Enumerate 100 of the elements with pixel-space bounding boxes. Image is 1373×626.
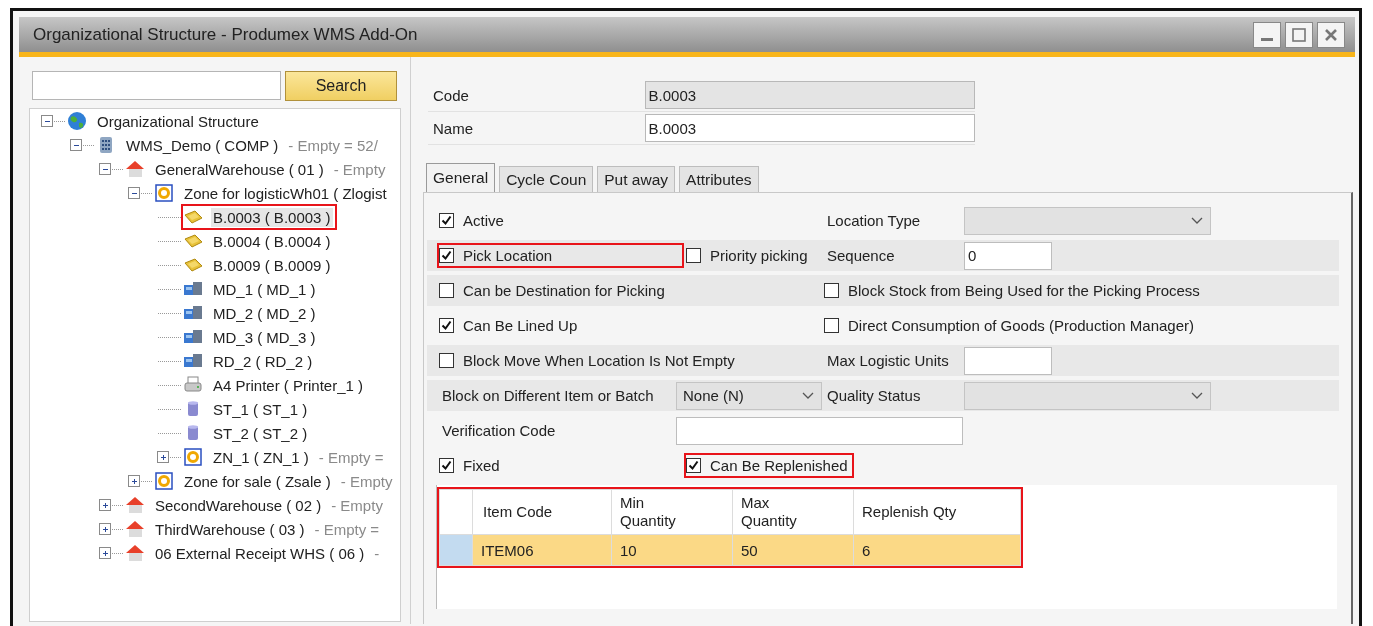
tree-item[interactable]: SecondWarehouse ( 02 ): [153, 495, 324, 515]
checkbox-label: Block Stock from Being Used for the Picking Process: [848, 282, 1200, 299]
tree-item-note: - Empty =: [318, 448, 384, 466]
tree-item[interactable]: WMS_Demo ( COMP ): [124, 135, 281, 155]
tree-item[interactable]: Organizational Structure: [95, 111, 261, 131]
checkbox[interactable]: [439, 353, 454, 368]
house-icon: [125, 519, 145, 539]
checkbox[interactable]: [824, 283, 839, 298]
tab[interactable]: Put away: [597, 166, 676, 192]
dropdown[interactable]: None (N): [676, 381, 822, 410]
checkbox-label: Block Move When Location Is Not Empty: [463, 352, 735, 369]
collapse-icon[interactable]: [41, 115, 53, 127]
tree-item[interactable]: MD_2 ( MD_2 ): [211, 303, 318, 323]
tree-item[interactable]: Zone for logisticWh01 ( Zlogist: [182, 183, 389, 203]
expand-icon[interactable]: [99, 547, 111, 559]
checkbox-label: Can Be Lined Up: [463, 317, 578, 334]
close-button[interactable]: [1317, 21, 1345, 48]
field-label: Code: [432, 86, 470, 104]
tree-item[interactable]: B.0004 ( B.0004 ): [211, 231, 333, 251]
checkbox[interactable]: [439, 213, 454, 228]
zone-icon: [183, 447, 203, 467]
text-field: B.0003: [644, 81, 975, 109]
column-header: Replenish Qty: [853, 489, 1021, 535]
checkbox-label: Direct Consumption of Goods (Production Manager): [848, 317, 1194, 334]
checkbox[interactable]: [686, 248, 701, 263]
tree-item-note: - Empty =: [314, 520, 380, 538]
tree-item[interactable]: ZN_1 ( ZN_1 ): [211, 447, 311, 467]
checkbox[interactable]: [439, 283, 454, 298]
expand-icon[interactable]: [99, 523, 111, 535]
tree-item[interactable]: B.0009 ( B.0009 ): [211, 255, 333, 275]
tree-item[interactable]: 06 External Receipt WHS ( 06 ): [153, 543, 367, 563]
field-label: Verification Code: [441, 422, 557, 439]
globe-icon: [67, 111, 87, 131]
text-field[interactable]: B.0003: [644, 114, 975, 142]
field-label: Location Type: [826, 212, 922, 229]
house-icon: [125, 543, 145, 563]
table-cell: 50: [732, 534, 854, 566]
field-label: Quality Status: [826, 387, 922, 404]
house-icon: [125, 159, 145, 179]
text-field[interactable]: [964, 346, 1052, 375]
checkbox[interactable]: [439, 318, 454, 333]
tab[interactable]: Cycle Coun: [499, 166, 594, 192]
field-label: Name: [432, 119, 474, 137]
tree-item[interactable]: GeneralWarehouse ( 01 ): [153, 159, 326, 179]
expand-icon[interactable]: [128, 475, 140, 487]
maximize-button[interactable]: [1285, 21, 1313, 48]
tree-item[interactable]: MD_3 ( MD_3 ): [211, 327, 318, 347]
table-cell: 10: [611, 534, 733, 566]
tree-item[interactable]: ST_2 ( ST_2 ): [211, 423, 310, 443]
tree-item[interactable]: A4 Printer ( Printer_1 ): [211, 375, 366, 395]
checkbox-label: Priority picking: [710, 247, 808, 264]
close-icon: [1323, 26, 1339, 43]
tree-item[interactable]: MD_1 ( MD_1 ): [211, 279, 318, 299]
house-icon: [125, 495, 145, 515]
field-label: Max Logistic Units: [826, 352, 950, 369]
column-header: Max Quantity: [732, 489, 854, 535]
collapse-icon[interactable]: [70, 139, 82, 151]
chevron-icon: [1190, 215, 1204, 226]
table-cell: 6: [853, 534, 1021, 566]
tree-item-note: - Empty: [331, 496, 383, 514]
tree-item[interactable]: ST_1 ( ST_1 ): [211, 399, 310, 419]
tab[interactable]: General: [426, 163, 496, 192]
zone-icon: [154, 471, 174, 491]
expand-icon[interactable]: [99, 499, 111, 511]
text-field[interactable]: 0: [964, 241, 1052, 270]
chevron-icon: [801, 390, 815, 401]
checkbox-label: Can be Destination for Picking: [463, 282, 665, 299]
text-field[interactable]: [676, 416, 963, 445]
checkbox-label: Active: [463, 212, 504, 229]
tree-item-note: - Empty = 52/: [288, 136, 378, 154]
minimize-button[interactable]: [1253, 21, 1281, 48]
table-cell: ITEM06: [472, 534, 612, 566]
tree-item-note: - Empty: [340, 472, 393, 490]
checkbox[interactable]: [439, 458, 454, 473]
tree-item-note: - Empty: [333, 160, 386, 178]
checkbox-label: Can Be Replenished: [710, 457, 848, 474]
minimize-icon: [1261, 38, 1273, 41]
column-header: Min Quantity: [611, 489, 733, 535]
column-header: Item Code: [472, 489, 612, 535]
checkbox-label: Pick Location: [463, 247, 553, 264]
checkbox-label: Fixed: [463, 457, 500, 474]
expand-icon[interactable]: [157, 451, 169, 463]
tree-item[interactable]: ThirdWarehouse ( 03 ): [153, 519, 307, 539]
printer-icon: [183, 375, 203, 395]
chevron-icon: [1190, 390, 1204, 401]
checkbox[interactable]: [824, 318, 839, 333]
tree-item[interactable]: B.0003 ( B.0003 ): [211, 207, 333, 227]
tab[interactable]: Attributes: [679, 166, 759, 192]
collapse-icon[interactable]: [99, 163, 111, 175]
search-field[interactable]: [32, 71, 281, 100]
collapse-icon[interactable]: [128, 187, 140, 199]
checkbox[interactable]: [439, 248, 454, 263]
field-label: Sequence: [826, 247, 896, 264]
search-button[interactable]: Search: [285, 71, 397, 101]
tree-item[interactable]: Zone for sale ( Zsale ): [182, 471, 333, 491]
tree-item-note: -: [374, 544, 380, 562]
checkbox[interactable]: [686, 458, 701, 473]
field-label: Block on Different Item or Batch: [441, 387, 655, 404]
tree-item[interactable]: RD_2 ( RD_2 ): [211, 351, 315, 371]
zone-icon: [154, 183, 174, 203]
